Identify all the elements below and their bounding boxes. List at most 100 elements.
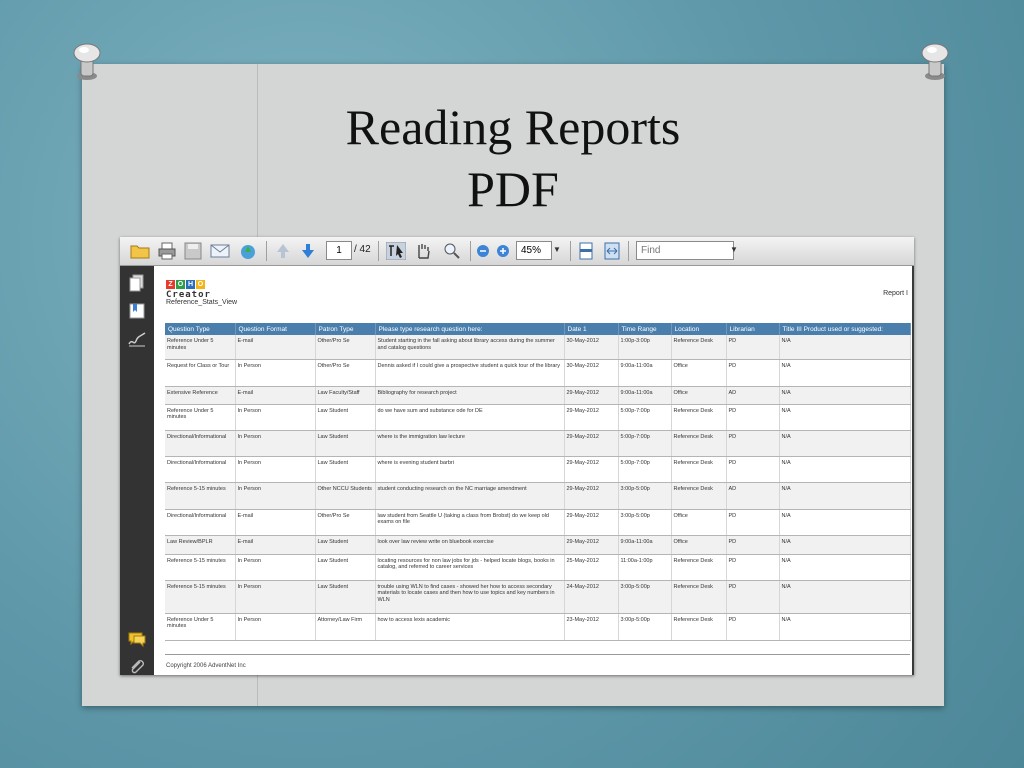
table-body: Reference Under 5 minutes E-mail Other/Pro… xyxy=(165,335,911,641)
table-cell: Reference 5-15 minutes xyxy=(165,554,236,581)
column-header: Time Range xyxy=(618,323,672,335)
table-cell: Law Review/BPLR xyxy=(165,535,236,555)
table-cell: PD xyxy=(726,430,780,457)
table-cell: 9:00a-11:00a xyxy=(618,535,672,555)
column-header: Title III Product used or suggested: xyxy=(779,323,911,335)
table-cell: 29-May-2012 xyxy=(564,509,619,536)
table-row: Reference 5-15 minutes In Person Other NCC… xyxy=(165,482,911,510)
table-cell: Law Student xyxy=(315,580,376,614)
table-row: Extensive Reference E-mail Law Faculty/Sta… xyxy=(165,386,911,405)
table-cell: N/A xyxy=(779,580,911,614)
bookmarks-icon[interactable] xyxy=(128,302,146,320)
table-cell: In Person xyxy=(235,554,316,581)
table-cell: PD xyxy=(726,613,780,641)
hand-tool-icon[interactable] xyxy=(414,242,432,260)
table-cell: 29-May-2012 xyxy=(564,535,619,555)
table-cell: trouble using WLN to find cases - showed… xyxy=(375,580,565,614)
table-cell: 1:00p-3:00p xyxy=(618,335,672,360)
table-row: Reference Under 5 minutes In Person Attorn… xyxy=(165,613,911,641)
pages-icon[interactable] xyxy=(128,274,146,292)
table-cell: E-mail xyxy=(235,509,316,536)
table-cell: N/A xyxy=(779,456,911,483)
table-cell: 3:00p-5:00p xyxy=(618,482,672,510)
table-cell: E-mail xyxy=(235,335,316,360)
table-cell: Law Student xyxy=(315,535,376,555)
table-cell: law student from Seattle U (taking a cla… xyxy=(375,509,565,536)
table-cell: where is evening student barbri xyxy=(375,456,565,483)
chevron-down-icon[interactable]: ▼ xyxy=(730,242,738,258)
table-cell: 3:00p-5:00p xyxy=(618,509,672,536)
table-cell: 11:00a-1:00p xyxy=(618,554,672,581)
column-header: Question Format xyxy=(235,323,316,335)
table-cell: N/A xyxy=(779,554,911,581)
table-cell: Student starting in the fall asking abou… xyxy=(375,335,565,360)
table-cell: N/A xyxy=(779,386,911,405)
table-cell: Bibliography for research project xyxy=(375,386,565,405)
table-cell: Law Student xyxy=(315,404,376,431)
table-row: Request for Class or Tour In Person Other/… xyxy=(165,359,911,387)
table-cell: Other/Pro Se xyxy=(315,335,376,360)
page-number-input[interactable]: 1 xyxy=(326,241,352,260)
table-cell: N/A xyxy=(779,509,911,536)
table-cell: 9:00a-11:00a xyxy=(618,359,672,387)
previous-page-icon[interactable] xyxy=(275,242,291,260)
table-cell: PD xyxy=(726,580,780,614)
chevron-down-icon[interactable]: ▼ xyxy=(552,242,562,258)
table-cell: PD xyxy=(726,535,780,555)
table-row: Reference Under 5 minutes E-mail Other/Pro… xyxy=(165,335,911,360)
toolbar-separator xyxy=(470,241,471,261)
upload-icon[interactable] xyxy=(238,242,258,260)
slide-title-line1: Reading Reports xyxy=(345,99,681,155)
table-cell: Directional/Informational xyxy=(165,509,236,536)
attachments-icon[interactable] xyxy=(128,658,146,676)
table-cell: 5:00p-7:00p xyxy=(618,456,672,483)
report-link[interactable]: Report I xyxy=(883,290,908,297)
table-cell: Reference Desk xyxy=(671,404,727,431)
select-text-icon[interactable] xyxy=(386,242,406,260)
pdf-toolbar: 1 / 42 45% ▼ Find ▼ xyxy=(120,237,914,266)
table-cell: Extensive Reference xyxy=(165,386,236,405)
table-cell: Office xyxy=(671,386,727,405)
table-cell: In Person xyxy=(235,580,316,614)
table-cell: Reference Desk xyxy=(671,482,727,510)
zoom-level-select[interactable]: 45% xyxy=(516,241,552,260)
print-icon[interactable] xyxy=(158,242,176,260)
table-cell: Law Student xyxy=(315,554,376,581)
table-cell: In Person xyxy=(235,613,316,641)
fit-page-icon[interactable] xyxy=(578,242,594,260)
email-icon[interactable] xyxy=(210,242,230,260)
table-cell: N/A xyxy=(779,430,911,457)
open-folder-icon[interactable] xyxy=(130,242,150,260)
table-cell: Reference 5-15 minutes xyxy=(165,482,236,510)
next-page-icon[interactable] xyxy=(300,242,316,260)
table-cell: 23-May-2012 xyxy=(564,613,619,641)
table-cell: Directional/Informational xyxy=(165,430,236,457)
table-cell: AD xyxy=(726,482,780,510)
table-cell: N/A xyxy=(779,404,911,431)
logo-tiles: ZOHO xyxy=(166,280,211,289)
table-cell: PD xyxy=(726,359,780,387)
fit-width-icon[interactable] xyxy=(604,242,620,260)
signatures-icon[interactable] xyxy=(128,330,146,348)
zoom-tool-icon[interactable] xyxy=(442,242,462,260)
zoho-creator-logo: ZOHO Creator xyxy=(166,280,211,300)
navigation-panel xyxy=(120,266,154,675)
table-row: Directional/Informational E-mail Other/Pro… xyxy=(165,509,911,536)
zoom-out-icon[interactable] xyxy=(476,242,490,260)
comments-icon[interactable] xyxy=(128,630,146,648)
zoom-in-icon[interactable] xyxy=(496,242,510,260)
table-cell: Other/Pro Se xyxy=(315,359,376,387)
table-cell: Law Student xyxy=(315,456,376,483)
table-row: Reference 5-15 minutes In Person Law Stude… xyxy=(165,554,911,581)
find-input[interactable]: Find xyxy=(636,241,734,260)
table-cell: Reference Desk xyxy=(671,456,727,483)
table-cell: PD xyxy=(726,404,780,431)
table-cell: Other NCCU Students xyxy=(315,482,376,510)
table-cell: In Person xyxy=(235,359,316,387)
column-header: Librarian xyxy=(726,323,780,335)
table-cell: 29-May-2012 xyxy=(564,386,619,405)
table-cell: Request for Class or Tour xyxy=(165,359,236,387)
table-cell: locating resources for non law jobs for … xyxy=(375,554,565,581)
save-icon[interactable] xyxy=(184,242,202,260)
table-cell: Law Faculty/Staff xyxy=(315,386,376,405)
